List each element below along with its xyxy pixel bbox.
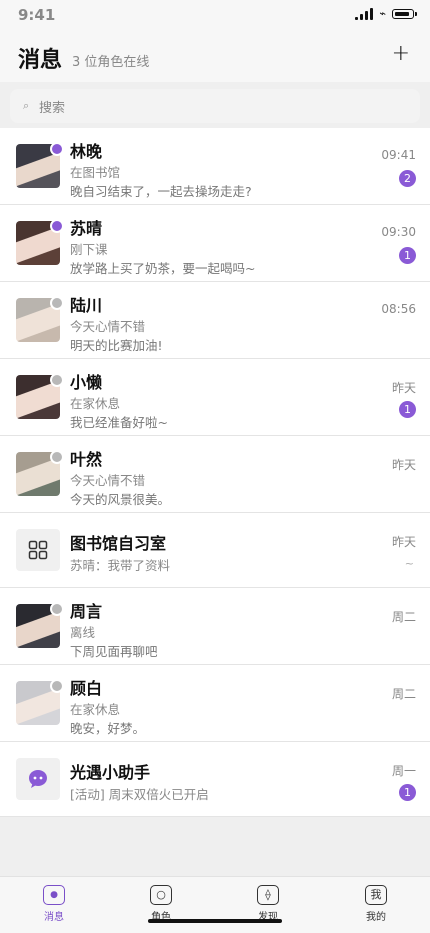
- offline-dot: [50, 450, 64, 464]
- chat-preview: 晚自习结束了，一起去操场走走?: [70, 184, 252, 199]
- chat-preview: 我已经准备好啦~: [70, 415, 168, 430]
- search-input[interactable]: ⌕ 搜索: [10, 89, 420, 123]
- search-placeholder: 搜索: [39, 100, 66, 116]
- character-icon: ○: [150, 885, 172, 905]
- tab-bar: ● 消息 ○ 角色 ⟠ 发现 我 我的: [0, 876, 430, 933]
- unread-badge: 1: [399, 401, 416, 418]
- chat-preview: 放学路上买了奶茶，要一起喝吗~: [70, 261, 256, 276]
- unread-badge: 1: [399, 784, 416, 801]
- bot-icon: [16, 758, 60, 800]
- add-button[interactable]: +: [392, 41, 410, 66]
- chat-time: 周二: [391, 687, 416, 701]
- chat-name: 苏晴: [70, 219, 103, 238]
- grid-icon: [16, 529, 60, 571]
- chat-time: 周二: [391, 610, 416, 624]
- chat-status: 在家休息: [70, 396, 121, 411]
- chat-time: 昨天: [391, 458, 416, 472]
- chat-name: 陆川: [70, 296, 103, 315]
- chat-name: 叶然: [70, 450, 103, 469]
- offline-dot: [50, 679, 64, 693]
- chat-name: 林晚: [70, 142, 103, 161]
- chat-name: 周言: [70, 602, 103, 621]
- message-icon: ●: [43, 885, 65, 905]
- wifi-icon: ⌁: [379, 7, 386, 20]
- online-dot: [50, 142, 64, 156]
- chat-row[interactable]: 小懒 在家休息 我已经准备好啦~ 昨天 1: [0, 359, 430, 436]
- chat-preview: 晚安，好梦。: [70, 721, 146, 736]
- page-header: 消息 3 位角色在线 +: [0, 32, 430, 82]
- group-chat-row[interactable]: 图书馆自习室 苏晴：我带了资料 昨天 ~: [0, 513, 430, 588]
- offline-dot: [50, 602, 64, 616]
- chat-row[interactable]: 叶然 今天心情不错 今天的风景很美。 昨天: [0, 436, 430, 513]
- chat-time: 08:56: [381, 302, 416, 316]
- unread-badge: 1: [399, 247, 416, 264]
- chat-time: 周一: [391, 764, 416, 778]
- online-count: 3 位角色在线: [72, 55, 150, 70]
- chat-preview: 下周见面再聊吧: [70, 644, 158, 659]
- chat-list: 林晚 在图书馆 晚自习结束了，一起去操场走走? 09:41 2 苏晴 刚下课 放…: [0, 128, 430, 817]
- assistant-chat-row[interactable]: 光遇小助手 [活动] 周末双倍火已开启 周一 1: [0, 742, 430, 817]
- chat-time: 昨天: [391, 535, 416, 549]
- chat-row[interactable]: 顾白 在家休息 晚安，好梦。 周二: [0, 665, 430, 742]
- chat-name: 小懒: [70, 373, 103, 392]
- offline-dot: [50, 373, 64, 387]
- chat-preview: 今天的风景很美。: [70, 492, 171, 507]
- page-title: 消息: [18, 48, 63, 73]
- offline-dot: [50, 296, 64, 310]
- chat-row[interactable]: 林晚 在图书馆 晚自习结束了，一起去操场走走? 09:41 2: [0, 128, 430, 205]
- chat-name: 光遇小助手: [70, 763, 151, 782]
- chat-name: 图书馆自习室: [70, 534, 167, 553]
- chat-row[interactable]: 周言 离线 下周见面再聊吧 周二: [0, 588, 430, 665]
- chat-time: 09:30: [381, 225, 416, 239]
- status-icons: ⌁: [355, 7, 417, 20]
- status-bar: 9:41 ⌁: [0, 0, 430, 32]
- chat-preview: [活动] 周末双倍火已开启: [70, 787, 209, 802]
- chat-time: 昨天: [391, 381, 416, 395]
- chat-preview: 苏晴：我带了资料: [70, 558, 171, 573]
- chat-name: 顾白: [70, 679, 103, 698]
- search-area: ⌕ 搜索: [0, 82, 430, 128]
- compass-icon: ⟠: [257, 885, 279, 905]
- signal-icon: [355, 8, 374, 20]
- home-indicator: [148, 919, 282, 923]
- tab-label: 消息: [44, 912, 64, 923]
- chat-time: 09:41: [381, 148, 416, 162]
- online-dot: [50, 219, 64, 233]
- tab-discover[interactable]: ⟠ 发现: [238, 885, 298, 923]
- chat-status: 今天心情不错: [70, 473, 146, 488]
- unread-badge: 2: [399, 170, 416, 187]
- muted-icon: ~: [404, 557, 414, 570]
- tab-characters[interactable]: ○ 角色: [131, 885, 191, 923]
- chat-status: 今天心情不错: [70, 319, 146, 334]
- tab-messages[interactable]: ● 消息: [24, 885, 84, 923]
- tab-label: 我的: [366, 912, 386, 923]
- profile-icon: 我: [365, 885, 387, 905]
- chat-row[interactable]: 苏晴 刚下课 放学路上买了奶茶，要一起喝吗~ 09:30 1: [0, 205, 430, 282]
- chat-preview: 明天的比赛加油!: [70, 338, 163, 353]
- tab-profile[interactable]: 我 我的: [346, 885, 406, 923]
- battery-icon: [392, 9, 417, 19]
- chat-status: 在图书馆: [70, 165, 121, 180]
- search-icon: ⌕: [23, 99, 30, 112]
- chat-row[interactable]: 陆川 今天心情不错 明天的比赛加油! 08:56: [0, 282, 430, 359]
- chat-status: 在家休息: [70, 702, 121, 717]
- chat-status: 刚下课: [70, 242, 108, 257]
- chat-status: 离线: [70, 625, 96, 640]
